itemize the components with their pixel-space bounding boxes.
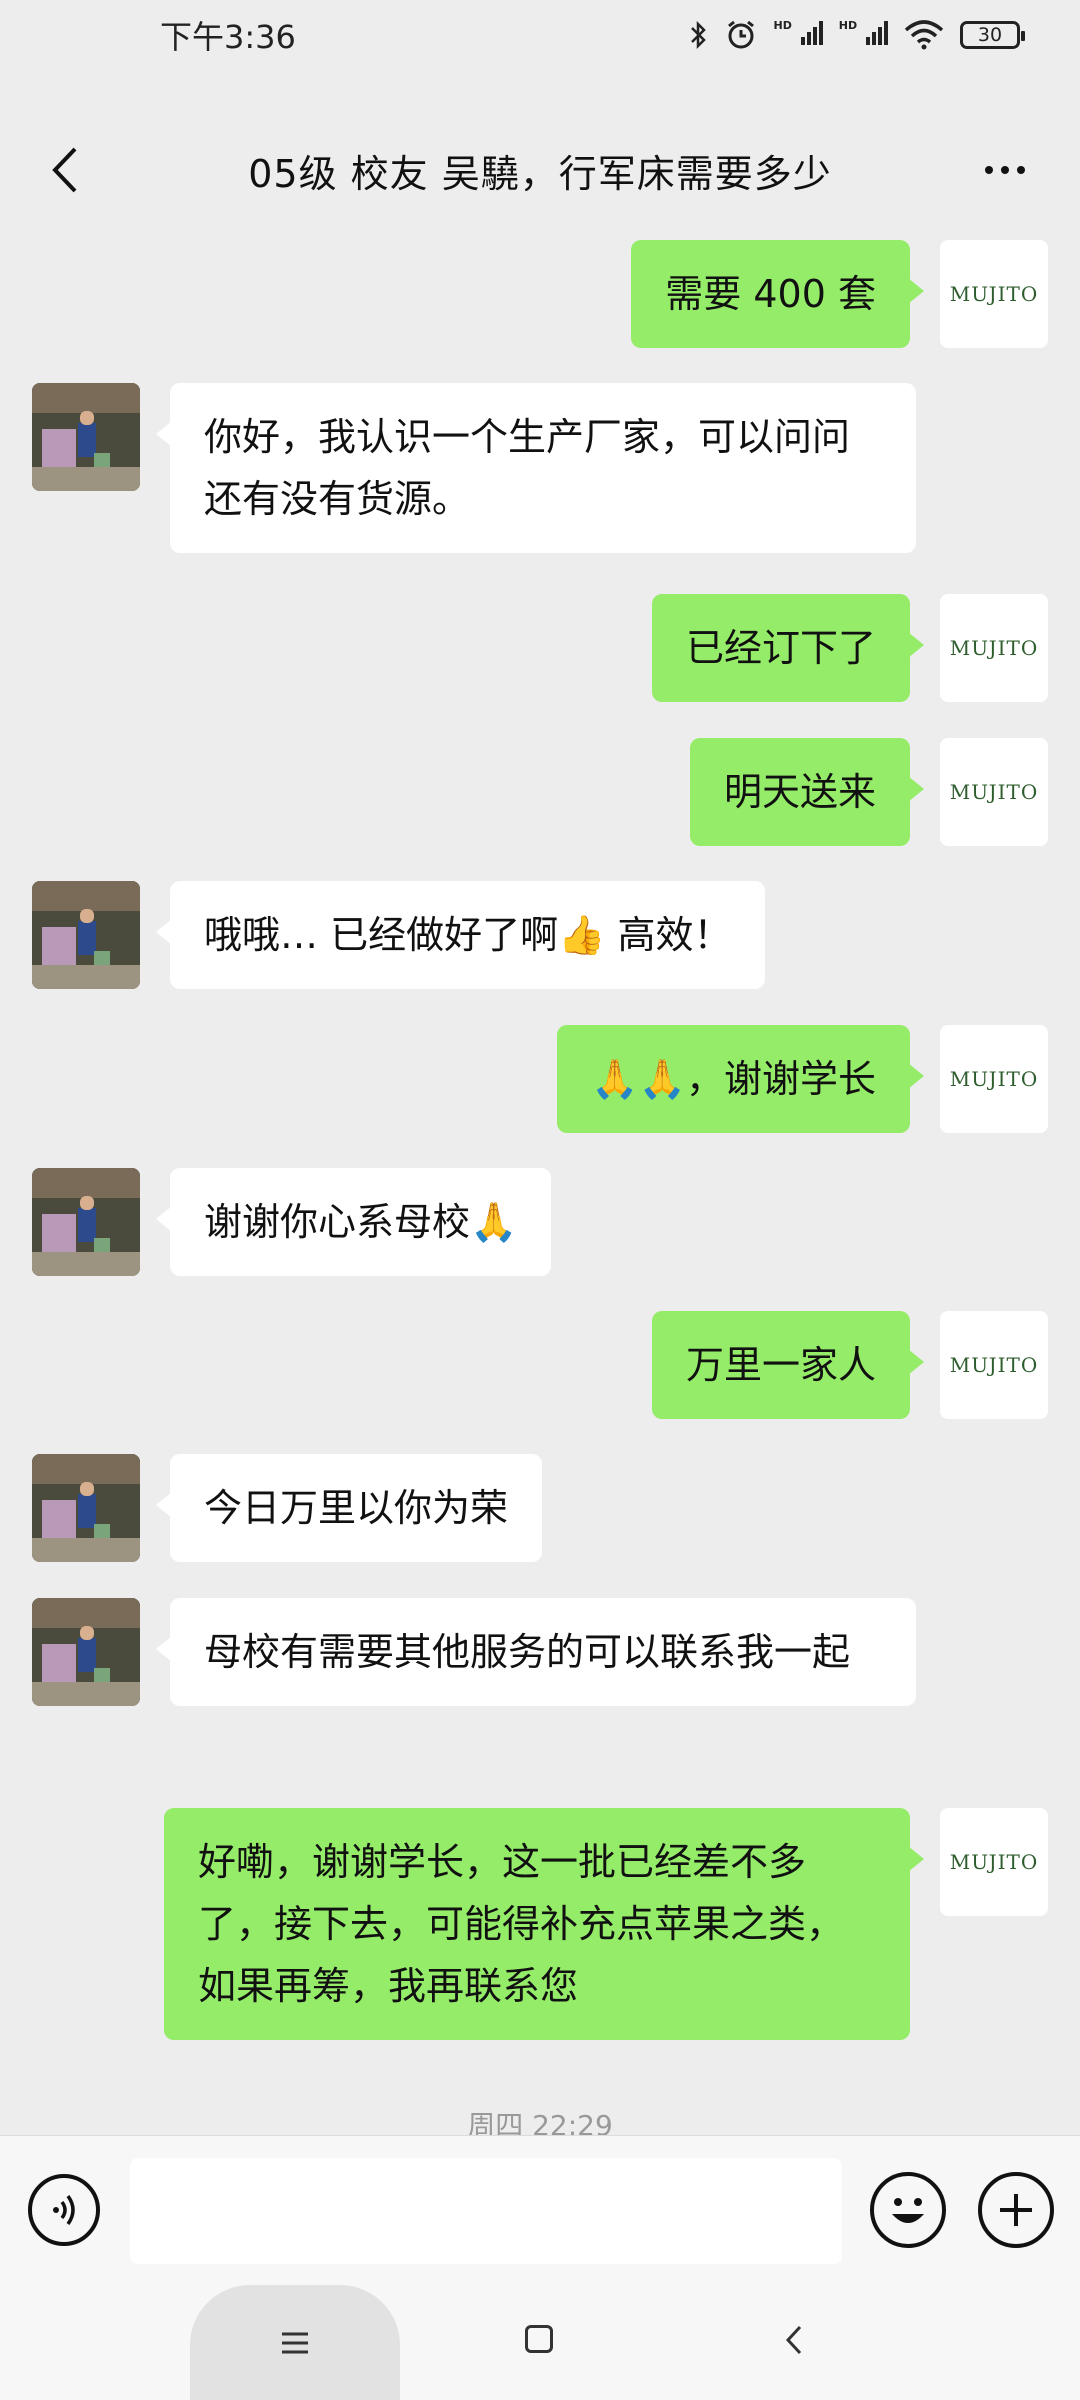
status-bar: 下午3:36 HD HD 30 bbox=[0, 0, 1080, 140]
avatar[interactable]: MUJITO bbox=[940, 240, 1048, 348]
more-dots-icon bbox=[985, 166, 993, 174]
alarm-icon bbox=[727, 20, 754, 49]
hd-label-2: HD bbox=[838, 18, 858, 32]
status-time: 下午3:36 bbox=[160, 18, 296, 56]
message-bubble-sent[interactable]: 需要 400 套 bbox=[631, 240, 924, 348]
message-bubble-received[interactable]: 哦哦… 已经做好了啊👍 高效！ bbox=[155, 881, 766, 989]
nav-back-icon bbox=[785, 2325, 802, 2355]
chat-title: 05级 校友 吴驍，行军床需要多少 bbox=[248, 151, 832, 196]
message-bubble-received[interactable]: 谢谢你心系母校🙏 bbox=[155, 1168, 552, 1276]
chat-header: 05级 校友 吴驍，行军床需要多少 bbox=[0, 120, 1080, 220]
avatar-logo: MUJITO bbox=[949, 636, 1039, 660]
more-button[interactable] bbox=[970, 140, 1040, 200]
avatar[interactable]: MUJITO bbox=[940, 594, 1048, 702]
message-bubble-received[interactable]: 你好，我认识一个生产厂家，可以问问还有没有货源。 bbox=[156, 383, 916, 553]
message-bubble-received[interactable]: 今日万里以你为荣 bbox=[155, 1454, 543, 1562]
chat-messages[interactable]: 需要 400 套 MUJITO 你好，我认识一个生产厂家，可以问问还有没有货源。… bbox=[0, 228, 1080, 2128]
message-bubble-sent[interactable]: 好嘞，谢谢学长，这一批已经差不多了，接下去，可能得补充点苹果之类，如果再筹，我再… bbox=[164, 1808, 924, 2040]
avatar-logo: MUJITO bbox=[949, 1850, 1039, 1874]
message-bubble-sent[interactable]: 已经订下了 bbox=[651, 594, 925, 702]
avatar[interactable] bbox=[32, 1168, 140, 1276]
signal-icon: HD bbox=[774, 19, 823, 52]
message-bubble-received[interactable]: 母校有需要其他服务的可以联系我一起 bbox=[156, 1598, 916, 1706]
avatar[interactable]: MUJITO bbox=[940, 1025, 1048, 1133]
nav-back-button[interactable] bbox=[774, 2317, 814, 2363]
wifi-icon bbox=[904, 20, 944, 50]
voice-button[interactable] bbox=[28, 2174, 100, 2246]
plus-icon bbox=[1000, 2194, 1032, 2226]
avatar[interactable]: MUJITO bbox=[940, 1808, 1048, 1916]
avatar-photo bbox=[32, 1454, 140, 1562]
avatar[interactable] bbox=[32, 383, 140, 491]
bluetooth-icon bbox=[690, 20, 706, 50]
avatar-photo bbox=[32, 881, 140, 989]
input-bar bbox=[0, 2135, 1080, 2285]
avatar-logo: MUJITO bbox=[949, 780, 1039, 804]
hd-label: HD bbox=[773, 18, 792, 32]
more-dot bbox=[1001, 166, 1009, 174]
avatar-photo bbox=[32, 1598, 140, 1706]
menu-icon bbox=[282, 2332, 308, 2353]
status-icons: HD HD 30 bbox=[688, 18, 1025, 52]
back-arrow-icon bbox=[52, 147, 77, 193]
avatar[interactable] bbox=[32, 1598, 140, 1706]
home-icon[interactable] bbox=[525, 2325, 553, 2353]
avatar-photo bbox=[32, 1168, 140, 1276]
emoji-button[interactable] bbox=[870, 2172, 946, 2248]
avatar[interactable]: MUJITO bbox=[940, 738, 1048, 846]
avatar[interactable] bbox=[32, 1454, 140, 1562]
avatar-logo: MUJITO bbox=[949, 1067, 1039, 1091]
message-bubble-sent[interactable]: 明天送来 bbox=[689, 738, 925, 846]
message-bubble-sent[interactable]: 万里一家人 bbox=[651, 1311, 925, 1419]
back-button[interactable] bbox=[34, 140, 94, 200]
system-nav-bar bbox=[0, 2285, 1080, 2400]
message-input[interactable] bbox=[130, 2158, 842, 2264]
avatar[interactable] bbox=[32, 881, 140, 989]
battery-icon: 30 bbox=[960, 21, 1025, 49]
more-dot bbox=[1017, 166, 1025, 174]
avatar-logo: MUJITO bbox=[949, 1353, 1039, 1377]
avatar[interactable]: MUJITO bbox=[940, 1311, 1048, 1419]
avatar-photo bbox=[32, 383, 140, 491]
signal-icon-2: HD bbox=[839, 19, 888, 52]
plus-button[interactable] bbox=[978, 2172, 1054, 2248]
voice-icon bbox=[53, 2194, 75, 2226]
emoji-icon bbox=[892, 2198, 924, 2223]
avatar-logo: MUJITO bbox=[949, 282, 1039, 306]
message-bubble-sent[interactable]: 🙏🙏，谢谢学长 bbox=[557, 1025, 924, 1133]
nav-menu-button[interactable] bbox=[190, 2285, 400, 2400]
